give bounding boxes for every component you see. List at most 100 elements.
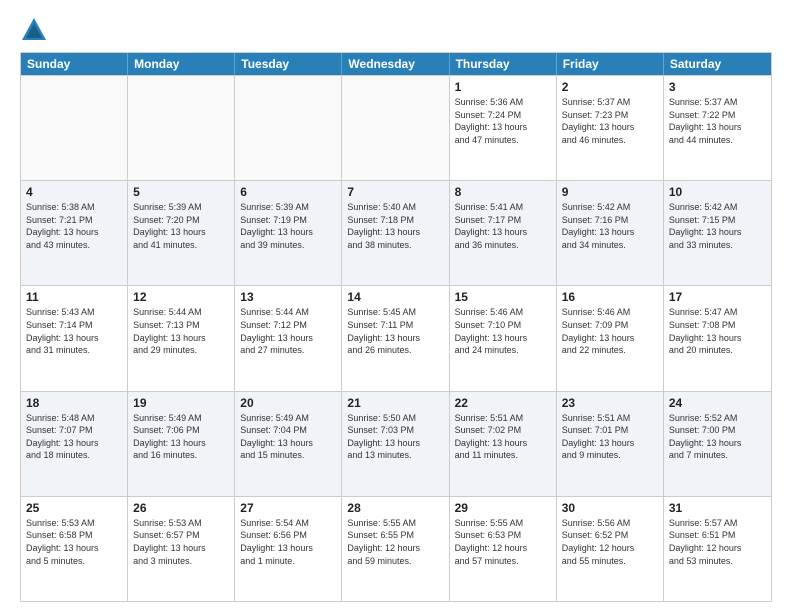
calendar-body: 1 Sunrise: 5:36 AM Sunset: 7:24 PM Daylig… xyxy=(21,75,771,601)
calendar-cell: 19 Sunrise: 5:49 AM Sunset: 7:06 PM Dayli… xyxy=(128,392,235,496)
day-number: 24 xyxy=(669,396,766,410)
day-number: 19 xyxy=(133,396,229,410)
calendar-cell xyxy=(128,76,235,180)
day-info: Sunrise: 5:37 AM Sunset: 7:23 PM Dayligh… xyxy=(562,96,658,146)
day-number: 22 xyxy=(455,396,551,410)
calendar-cell: 31Sunrise: 5:57 AM Sunset: 6:51 PM Dayli… xyxy=(664,497,771,601)
day-info: Sunrise: 5:51 AM Sunset: 7:01 PM Dayligh… xyxy=(562,412,658,462)
calendar-row: 1 Sunrise: 5:36 AM Sunset: 7:24 PM Daylig… xyxy=(21,75,771,180)
header-day-friday: Friday xyxy=(557,53,664,75)
calendar-cell: 27 Sunrise: 5:54 AM Sunset: 6:56 PM Dayli… xyxy=(235,497,342,601)
day-number: 25 xyxy=(26,501,122,515)
calendar-cell: 23 Sunrise: 5:51 AM Sunset: 7:01 PM Dayli… xyxy=(557,392,664,496)
calendar-cell: 18Sunrise: 5:48 AM Sunset: 7:07 PM Dayli… xyxy=(21,392,128,496)
calendar-cell: 29 Sunrise: 5:55 AM Sunset: 6:53 PM Dayli… xyxy=(450,497,557,601)
calendar-cell: 11 Sunrise: 5:43 AM Sunset: 7:14 PM Dayli… xyxy=(21,286,128,390)
calendar-cell: 10 Sunrise: 5:42 AM Sunset: 7:15 PM Dayli… xyxy=(664,181,771,285)
day-number: 30 xyxy=(562,501,658,515)
calendar-cell: 24 Sunrise: 5:52 AM Sunset: 7:00 PM Dayli… xyxy=(664,392,771,496)
day-number: 23 xyxy=(562,396,658,410)
calendar-cell: 12Sunrise: 5:44 AM Sunset: 7:13 PM Dayli… xyxy=(128,286,235,390)
day-number: 29 xyxy=(455,501,551,515)
day-number: 2 xyxy=(562,80,658,94)
day-info: Sunrise: 5:38 AM Sunset: 7:21 PM Dayligh… xyxy=(26,201,122,251)
calendar-cell: 7 Sunrise: 5:40 AM Sunset: 7:18 PM Daylig… xyxy=(342,181,449,285)
calendar-cell: 13Sunrise: 5:44 AM Sunset: 7:12 PM Dayli… xyxy=(235,286,342,390)
header-day-saturday: Saturday xyxy=(664,53,771,75)
day-info: Sunrise: 5:39 AM Sunset: 7:20 PM Dayligh… xyxy=(133,201,229,251)
day-info: Sunrise: 5:44 AM Sunset: 7:13 PM Dayligh… xyxy=(133,306,229,356)
calendar-row: 18Sunrise: 5:48 AM Sunset: 7:07 PM Dayli… xyxy=(21,391,771,496)
calendar-cell: 25 Sunrise: 5:53 AM Sunset: 6:58 PM Dayli… xyxy=(21,497,128,601)
header xyxy=(20,16,772,44)
logo xyxy=(20,16,52,44)
day-number: 16 xyxy=(562,290,658,304)
calendar-cell: 20 Sunrise: 5:49 AM Sunset: 7:04 PM Dayli… xyxy=(235,392,342,496)
day-number: 26 xyxy=(133,501,229,515)
day-number: 18 xyxy=(26,396,122,410)
day-number: 21 xyxy=(347,396,443,410)
calendar-cell: 28Sunrise: 5:55 AM Sunset: 6:55 PM Dayli… xyxy=(342,497,449,601)
day-number: 9 xyxy=(562,185,658,199)
day-number: 1 xyxy=(455,80,551,94)
day-info: Sunrise: 5:49 AM Sunset: 7:04 PM Dayligh… xyxy=(240,412,336,462)
day-info: Sunrise: 5:46 AM Sunset: 7:10 PM Dayligh… xyxy=(455,306,551,356)
day-info: Sunrise: 5:54 AM Sunset: 6:56 PM Dayligh… xyxy=(240,517,336,567)
day-info: Sunrise: 5:36 AM Sunset: 7:24 PM Dayligh… xyxy=(455,96,551,146)
day-info: Sunrise: 5:55 AM Sunset: 6:53 PM Dayligh… xyxy=(455,517,551,567)
calendar-cell: 3 Sunrise: 5:37 AM Sunset: 7:22 PM Daylig… xyxy=(664,76,771,180)
calendar-cell: 2 Sunrise: 5:37 AM Sunset: 7:23 PM Daylig… xyxy=(557,76,664,180)
day-info: Sunrise: 5:42 AM Sunset: 7:15 PM Dayligh… xyxy=(669,201,766,251)
calendar-cell: 15 Sunrise: 5:46 AM Sunset: 7:10 PM Dayli… xyxy=(450,286,557,390)
day-number: 28 xyxy=(347,501,443,515)
calendar-cell: 21 Sunrise: 5:50 AM Sunset: 7:03 PM Dayli… xyxy=(342,392,449,496)
header-day-monday: Monday xyxy=(128,53,235,75)
day-number: 7 xyxy=(347,185,443,199)
day-info: Sunrise: 5:50 AM Sunset: 7:03 PM Dayligh… xyxy=(347,412,443,462)
day-info: Sunrise: 5:56 AM Sunset: 6:52 PM Dayligh… xyxy=(562,517,658,567)
day-info: Sunrise: 5:53 AM Sunset: 6:58 PM Dayligh… xyxy=(26,517,122,567)
day-info: Sunrise: 5:40 AM Sunset: 7:18 PM Dayligh… xyxy=(347,201,443,251)
calendar-cell: 16 Sunrise: 5:46 AM Sunset: 7:09 PM Dayli… xyxy=(557,286,664,390)
day-info: Sunrise: 5:47 AM Sunset: 7:08 PM Dayligh… xyxy=(669,306,766,356)
calendar-row: 4 Sunrise: 5:38 AM Sunset: 7:21 PM Daylig… xyxy=(21,180,771,285)
calendar-cell: 17 Sunrise: 5:47 AM Sunset: 7:08 PM Dayli… xyxy=(664,286,771,390)
calendar-cell xyxy=(235,76,342,180)
day-info: Sunrise: 5:49 AM Sunset: 7:06 PM Dayligh… xyxy=(133,412,229,462)
calendar-cell: 26 Sunrise: 5:53 AM Sunset: 6:57 PM Dayli… xyxy=(128,497,235,601)
day-info: Sunrise: 5:42 AM Sunset: 7:16 PM Dayligh… xyxy=(562,201,658,251)
header-day-thursday: Thursday xyxy=(450,53,557,75)
calendar-cell: 14 Sunrise: 5:45 AM Sunset: 7:11 PM Dayli… xyxy=(342,286,449,390)
calendar-cell xyxy=(342,76,449,180)
calendar-row: 25 Sunrise: 5:53 AM Sunset: 6:58 PM Dayli… xyxy=(21,496,771,601)
page: SundayMondayTuesdayWednesdayThursdayFrid… xyxy=(0,0,792,612)
day-info: Sunrise: 5:43 AM Sunset: 7:14 PM Dayligh… xyxy=(26,306,122,356)
day-number: 5 xyxy=(133,185,229,199)
calendar-cell: 4 Sunrise: 5:38 AM Sunset: 7:21 PM Daylig… xyxy=(21,181,128,285)
calendar-row: 11 Sunrise: 5:43 AM Sunset: 7:14 PM Dayli… xyxy=(21,285,771,390)
calendar-cell: 30 Sunrise: 5:56 AM Sunset: 6:52 PM Dayli… xyxy=(557,497,664,601)
header-day-tuesday: Tuesday xyxy=(235,53,342,75)
calendar-cell: 8Sunrise: 5:41 AM Sunset: 7:17 PM Daylig… xyxy=(450,181,557,285)
day-number: 3 xyxy=(669,80,766,94)
calendar-cell xyxy=(21,76,128,180)
day-number: 10 xyxy=(669,185,766,199)
calendar-cell: 1 Sunrise: 5:36 AM Sunset: 7:24 PM Daylig… xyxy=(450,76,557,180)
day-info: Sunrise: 5:53 AM Sunset: 6:57 PM Dayligh… xyxy=(133,517,229,567)
day-number: 4 xyxy=(26,185,122,199)
day-info: Sunrise: 5:45 AM Sunset: 7:11 PM Dayligh… xyxy=(347,306,443,356)
day-info: Sunrise: 5:37 AM Sunset: 7:22 PM Dayligh… xyxy=(669,96,766,146)
day-number: 13 xyxy=(240,290,336,304)
day-number: 15 xyxy=(455,290,551,304)
day-number: 11 xyxy=(26,290,122,304)
calendar-header: SundayMondayTuesdayWednesdayThursdayFrid… xyxy=(21,53,771,75)
day-number: 27 xyxy=(240,501,336,515)
calendar-cell: 22Sunrise: 5:51 AM Sunset: 7:02 PM Dayli… xyxy=(450,392,557,496)
day-number: 17 xyxy=(669,290,766,304)
day-number: 14 xyxy=(347,290,443,304)
day-info: Sunrise: 5:46 AM Sunset: 7:09 PM Dayligh… xyxy=(562,306,658,356)
header-day-wednesday: Wednesday xyxy=(342,53,449,75)
calendar-cell: 9 Sunrise: 5:42 AM Sunset: 7:16 PM Daylig… xyxy=(557,181,664,285)
day-info: Sunrise: 5:52 AM Sunset: 7:00 PM Dayligh… xyxy=(669,412,766,462)
day-number: 20 xyxy=(240,396,336,410)
